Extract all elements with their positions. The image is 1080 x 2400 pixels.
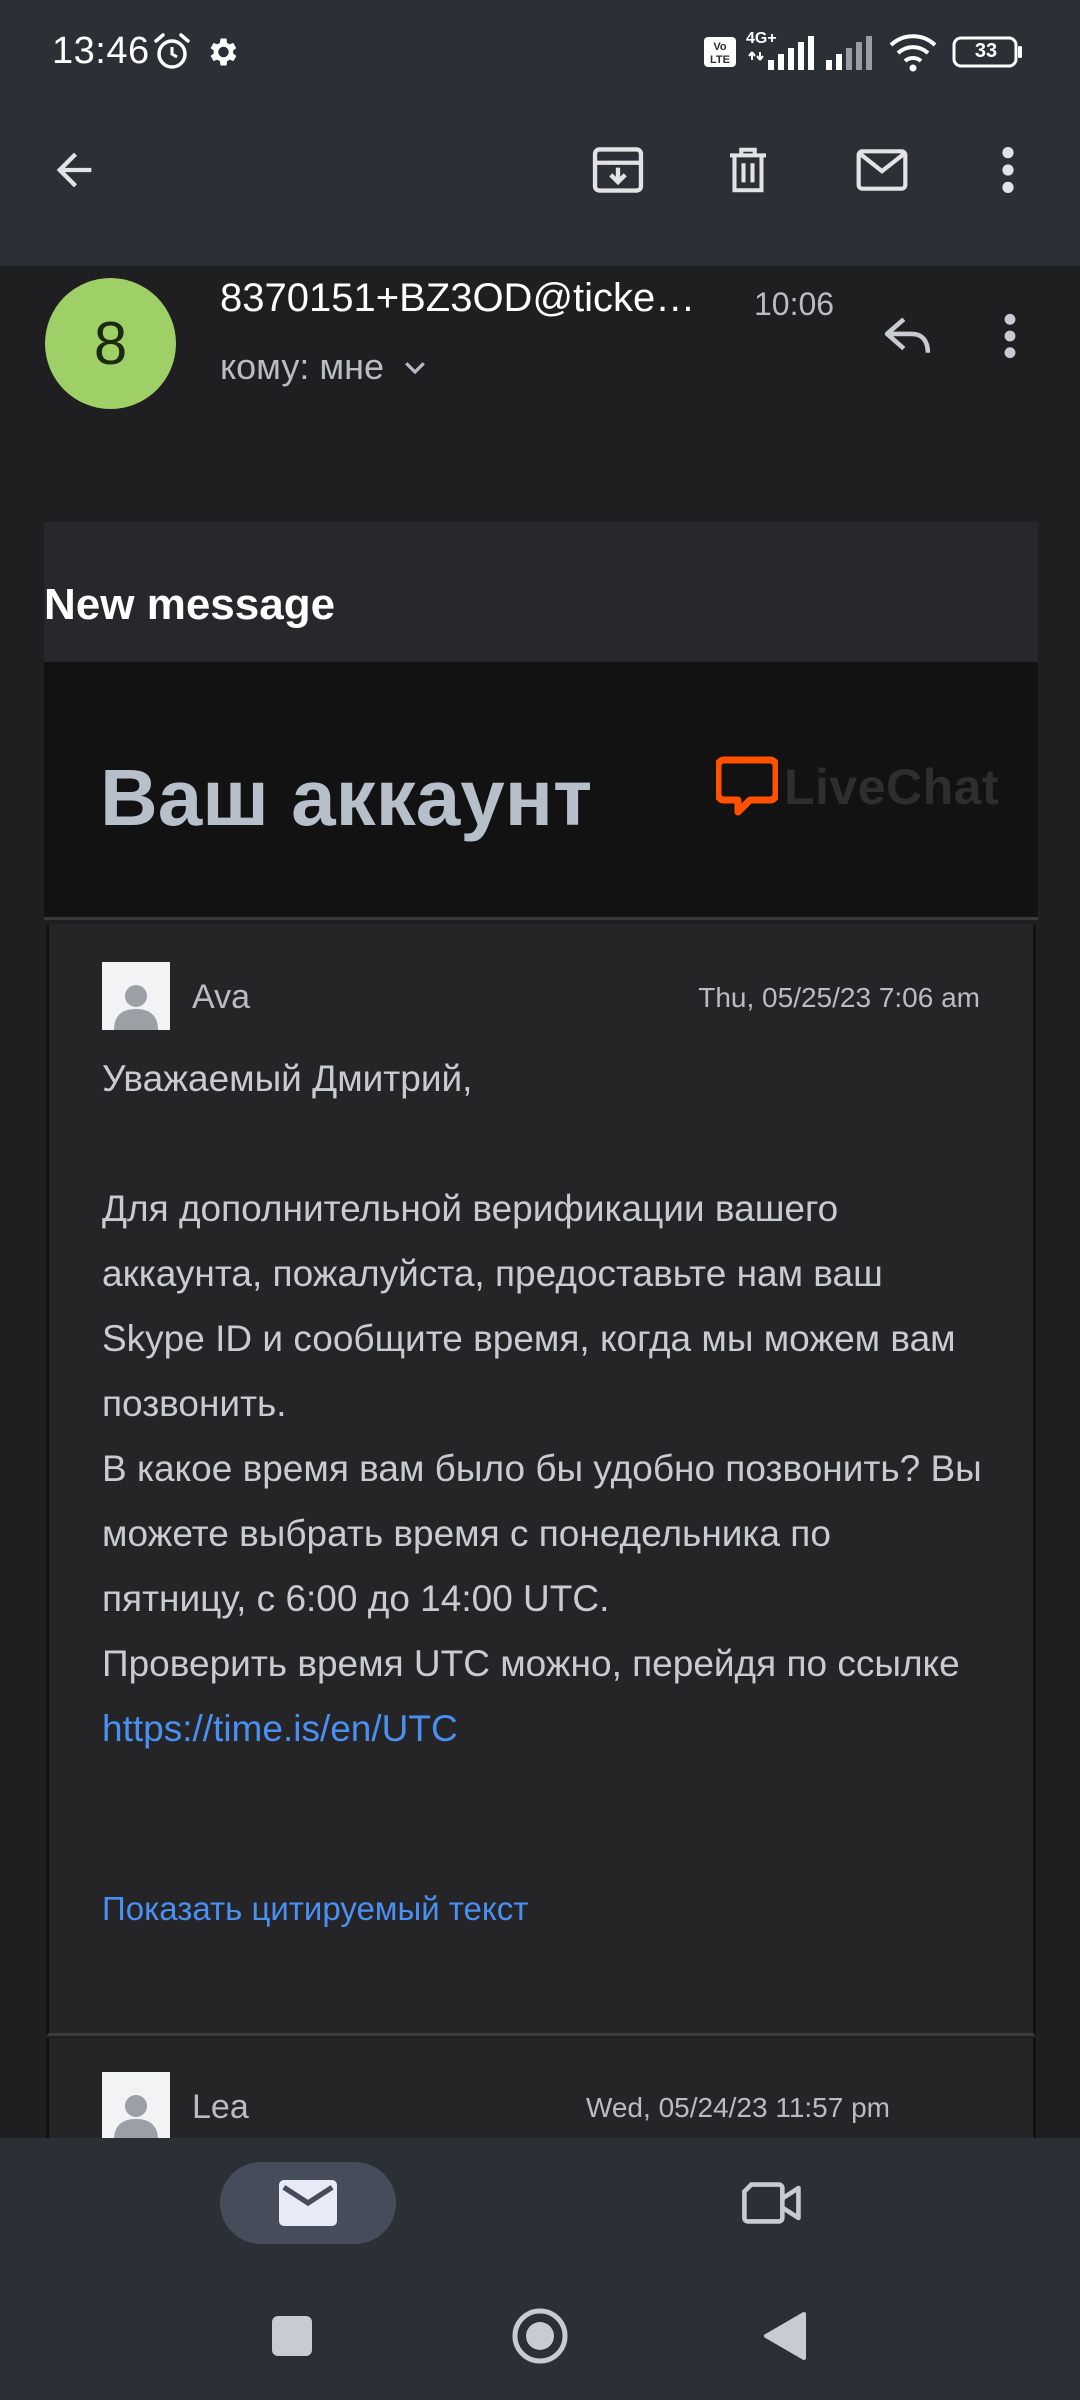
author-avatar xyxy=(102,962,170,1030)
svg-text:Vo: Vo xyxy=(713,41,727,53)
mark-unread-button[interactable] xyxy=(842,130,922,210)
author-name: Lea xyxy=(192,2088,249,2126)
status-time: 13:46 xyxy=(52,30,150,72)
more-vert-icon xyxy=(1004,313,1016,359)
signal-strength-2-icon xyxy=(826,36,872,70)
message-date: Thu, 05/25/23 7:06 am xyxy=(698,982,980,1013)
more-options-button[interactable] xyxy=(968,130,1048,210)
message-body: Уважаемый Дмитрий, Для дополнительной ве… xyxy=(102,1046,982,1761)
app-bar xyxy=(0,100,1080,266)
mail-icon xyxy=(856,149,908,191)
author-avatar xyxy=(102,2072,170,2140)
archive-icon xyxy=(592,147,644,193)
greeting: Уважаемый Дмитрий, xyxy=(102,1058,473,1099)
delete-button[interactable] xyxy=(708,130,788,210)
home-button[interactable] xyxy=(510,2306,570,2366)
banner-title: Ваш аккаунт xyxy=(100,753,593,842)
network-type-label: 4G+ xyxy=(746,30,777,47)
gear-icon xyxy=(210,38,237,66)
arrow-back-icon xyxy=(56,152,92,188)
recipient-details-toggle[interactable]: кому: мне xyxy=(220,346,430,388)
reply-button[interactable] xyxy=(868,296,948,376)
person-icon xyxy=(114,985,158,1030)
mail-icon xyxy=(279,2180,337,2226)
recipient-label: кому: мне xyxy=(220,346,384,387)
wifi-icon xyxy=(889,34,937,72)
nav-mail-tab[interactable] xyxy=(220,2162,396,2244)
archive-button[interactable] xyxy=(578,130,658,210)
livechat-logo-text: LiveChat xyxy=(784,759,1000,815)
chat-bubble-icon xyxy=(716,756,778,816)
nav-meet-tab[interactable] xyxy=(732,2162,812,2244)
video-camera-icon xyxy=(742,2182,801,2224)
recents-button[interactable] xyxy=(268,2312,316,2360)
paragraph: Для дополнительной верификации вашего ак… xyxy=(102,1188,956,1424)
email-header-title: New message xyxy=(44,580,336,629)
message-more-button[interactable] xyxy=(980,296,1040,376)
alarm-icon xyxy=(154,33,190,69)
svg-text:LTE: LTE xyxy=(710,54,730,66)
more-vert-icon xyxy=(1002,147,1014,193)
trash-icon xyxy=(730,147,766,193)
person-icon xyxy=(114,2095,158,2140)
message-time: 10:06 xyxy=(754,286,835,322)
back-button[interactable] xyxy=(34,130,114,210)
sender-avatar[interactable]: 8 xyxy=(45,278,176,409)
reply-icon xyxy=(884,317,931,353)
utc-link[interactable]: https://time.is/en/UTC xyxy=(102,1708,458,1749)
show-quoted-text-link[interactable]: Показать цитируемый текст xyxy=(102,1890,528,1928)
sender-address[interactable]: 8370151+BZ3OD@ticke… xyxy=(220,276,740,321)
paragraph: Проверить время UTC можно, перейдя по сс… xyxy=(102,1631,982,1761)
paragraph-text: Проверить время UTC можно, перейдя по сс… xyxy=(102,1643,960,1684)
paragraph: В какое время вам было бы удобно позвони… xyxy=(102,1448,982,1619)
volte-icon: Vo LTE xyxy=(704,37,736,67)
message-date: Wed, 05/24/23 11:57 pm xyxy=(585,2092,890,2123)
livechat-logo: LiveChat xyxy=(716,756,999,818)
battery-level: 33 xyxy=(974,40,998,62)
system-back-button[interactable] xyxy=(760,2310,808,2362)
chevron-down-icon xyxy=(405,362,425,375)
author-name: Ava xyxy=(192,978,250,1016)
